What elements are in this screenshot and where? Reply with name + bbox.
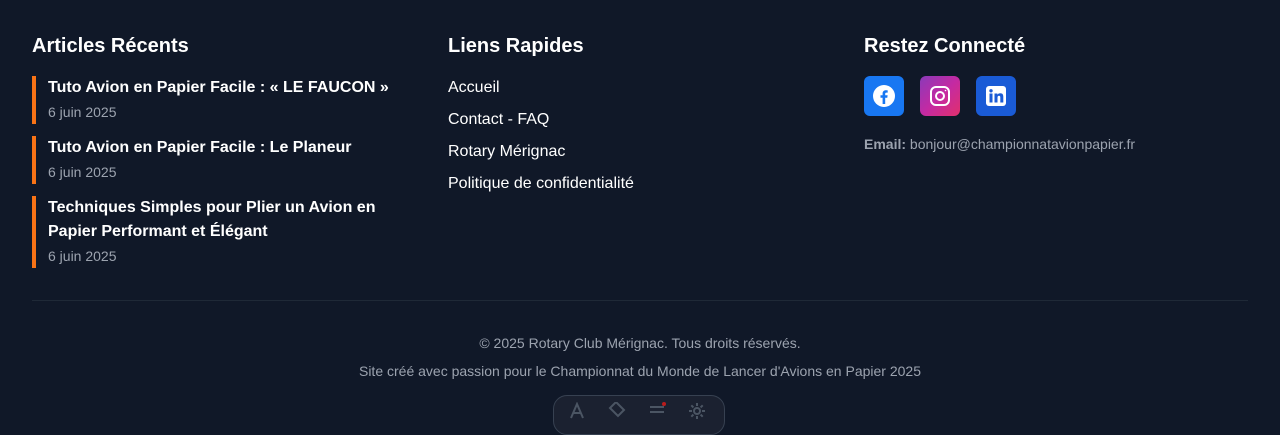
recent-articles-list: Tuto Avion en Papier Facile : « LE FAUCO… — [32, 76, 412, 268]
instagram-button[interactable] — [920, 76, 960, 116]
article-date: 6 juin 2025 — [48, 164, 117, 180]
facebook-icon — [873, 85, 895, 107]
quick-link-home[interactable]: Accueil — [448, 76, 828, 100]
footer-columns: Articles Récents Tuto Avion en Papier Fa… — [32, 0, 1248, 300]
linkedin-button[interactable] — [976, 76, 1016, 116]
quick-links-heading: Liens Rapides — [448, 35, 584, 57]
recent-articles-section: Articles Récents Tuto Avion en Papier Fa… — [32, 34, 412, 280]
article-link[interactable]: Techniques Simples pour Plier un Avion e… — [48, 196, 412, 244]
facebook-button[interactable] — [864, 76, 904, 116]
article-date: 6 juin 2025 — [48, 248, 117, 264]
copyright-text: © 2025 Rotary Club Mérignac. Tous droits… — [479, 335, 801, 351]
article-date: 6 juin 2025 — [48, 104, 117, 120]
article-item: Tuto Avion en Papier Facile : Le Planeur… — [32, 136, 412, 184]
quick-link-contact[interactable]: Contact - FAQ — [448, 108, 828, 132]
article-link[interactable]: Tuto Avion en Papier Facile : « LE FAUCO… — [48, 76, 412, 100]
linkedin-icon — [986, 86, 1006, 106]
instagram-icon — [930, 86, 950, 106]
paint-icon[interactable] — [608, 402, 626, 420]
quick-link-privacy[interactable]: Politique de confidentialité — [448, 172, 828, 196]
quick-links-section: Liens Rapides Accueil Contact - FAQ Rota… — [448, 34, 828, 204]
floating-toolbar — [553, 395, 725, 435]
stay-connected-section: Restez Connecté Email: bonjour@championn… — [864, 34, 1248, 154]
email-label: Email: — [864, 136, 907, 152]
email-address[interactable]: bonjour@championnatavionpapier.fr — [910, 136, 1135, 152]
social-links — [864, 76, 1248, 116]
contact-email: Email: bonjour@championnatavionpapier.fr — [864, 134, 1248, 154]
menu-icon[interactable] — [648, 402, 666, 420]
recent-articles-heading: Articles Récents — [32, 35, 189, 57]
article-item: Techniques Simples pour Plier un Avion e… — [32, 196, 412, 268]
footer-divider — [32, 300, 1248, 301]
article-item: Tuto Avion en Papier Facile : « LE FAUCO… — [32, 76, 412, 124]
stay-connected-heading: Restez Connecté — [864, 35, 1026, 57]
quick-links-list: Accueil Contact - FAQ Rotary Mérignac Po… — [448, 76, 828, 196]
font-icon[interactable] — [568, 402, 586, 420]
quick-link-rotary[interactable]: Rotary Mérignac — [448, 140, 828, 164]
article-link[interactable]: Tuto Avion en Papier Facile : Le Planeur — [48, 136, 412, 160]
settings-icon[interactable] — [688, 402, 706, 420]
credit-text: Site créé avec passion pour le Championn… — [358, 363, 921, 379]
